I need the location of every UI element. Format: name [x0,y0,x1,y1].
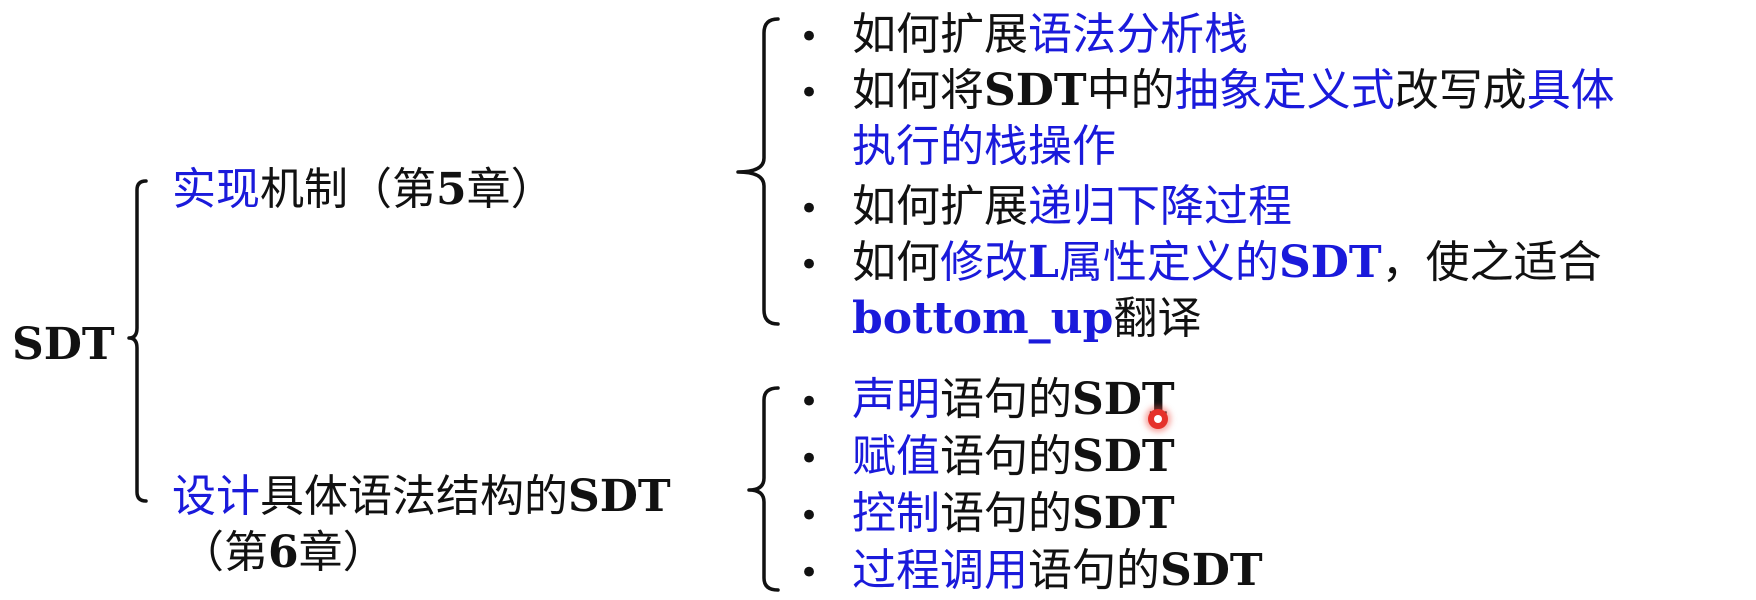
bullet-1-3: • [799,189,820,229]
branch-design-chapter: 6 [268,527,299,578]
branch-implementation: 实现机制（第5章） [172,163,555,217]
branch-design-sdt: SDT [568,471,671,522]
list1-item-2-text-2: 中的 [1086,65,1175,116]
list2-item-4-highlight: 过程调用 [852,545,1028,596]
branch-implementation-chapter: 5 [436,164,467,215]
list2-item-4: 过程调用语句的SDT [852,544,1263,598]
laser-pointer-icon [1148,409,1168,429]
branch-implementation-text: 机制 [260,164,348,215]
bullet-2-3: • [799,496,820,536]
list1-item-4-text-3: 翻译 [1113,293,1202,344]
list1-item-2-sdt: SDT [984,65,1087,116]
branch-design-chapter-line: （第6章） [180,526,387,580]
branch-design-paren-open: （第 [180,527,268,578]
list1-item-2-text-3: 改写成 [1394,65,1527,116]
root-label: SDT [12,319,115,370]
list1-item-4-text-2: ，使之适合 [1381,237,1602,288]
list1-item-4-highlight: 修改 [940,237,1028,288]
branch-implementation-highlight: 实现 [172,164,260,215]
list2-item-4-text: 语句的 [1028,545,1160,596]
list1-item-4-l: L [1028,237,1059,288]
list1-item-3: 如何扩展递归下降过程 [852,180,1292,234]
list2-item-2-text: 语句的 [940,431,1072,482]
bullet-1-2: • [799,73,820,113]
bullet-2-4: • [799,553,820,593]
list1-item-1-text: 如何扩展 [852,9,1028,60]
list2-item-1: 声明语句的SDT [852,373,1175,427]
list2-item-2: 赋值语句的SDT [852,430,1175,484]
bullet-2-2: • [799,439,820,479]
list2-item-4-sdt: SDT [1160,545,1263,596]
list1-item-2-highlight: 抽象定义式 [1174,65,1395,116]
list2-item-2-sdt: SDT [1072,431,1175,482]
list1-item-2-highlight-2: 具体 [1526,65,1615,116]
list1-item-3-highlight: 递归下降过程 [1028,181,1292,232]
list2-item-3-highlight: 控制 [852,488,940,539]
list2-item-3-text: 语句的 [940,488,1072,539]
list1-item-4-continuation: bottom_up翻译 [852,292,1201,346]
list1-item-4-bottom-up: bottom_up [852,293,1114,344]
list2-brace [747,386,780,592]
list1-item-2-continuation: 执行的栈操作 [852,121,1116,172]
list2-item-2-highlight: 赋值 [852,431,940,482]
list2-item-3-sdt: SDT [1072,488,1175,539]
list2-item-1-text: 语句的 [940,374,1072,425]
branch-design: 设计具体语法结构的SDT [172,470,671,524]
list1-item-4-sdt: SDT [1278,237,1382,288]
list1-item-1-highlight: 语法分析栈 [1028,9,1248,60]
branch-design-text: 具体语法结构的 [260,471,568,522]
list2-item-1-highlight: 声明 [852,374,940,425]
list1-item-2: 如何将SDT中的抽象定义式改写成具体 [852,64,1615,118]
list1-item-4: 如何修改L属性定义的SDT，使之适合 [852,236,1602,290]
bullet-1-4: • [799,245,820,285]
list1-item-2-text: 如何将 [852,65,984,116]
branch-design-highlight: 设计 [172,471,260,522]
branch-implementation-paren-open: （第 [348,164,436,215]
list2-item-3: 控制语句的SDT [852,487,1175,541]
bullet-1-1: • [799,17,820,57]
list1-item-3-text: 如何扩展 [852,181,1028,232]
list1-item-4-highlight-2: 属性定义的 [1058,237,1279,288]
branch-implementation-paren-close: 章） [466,164,555,215]
root-brace [127,179,148,503]
bullet-2-1: • [799,382,820,422]
branch-design-paren-close: 章） [298,527,387,578]
list1-brace [736,17,780,326]
list1-item-1: 如何扩展语法分析栈 [852,8,1248,62]
list1-item-4-text: 如何 [852,237,940,288]
